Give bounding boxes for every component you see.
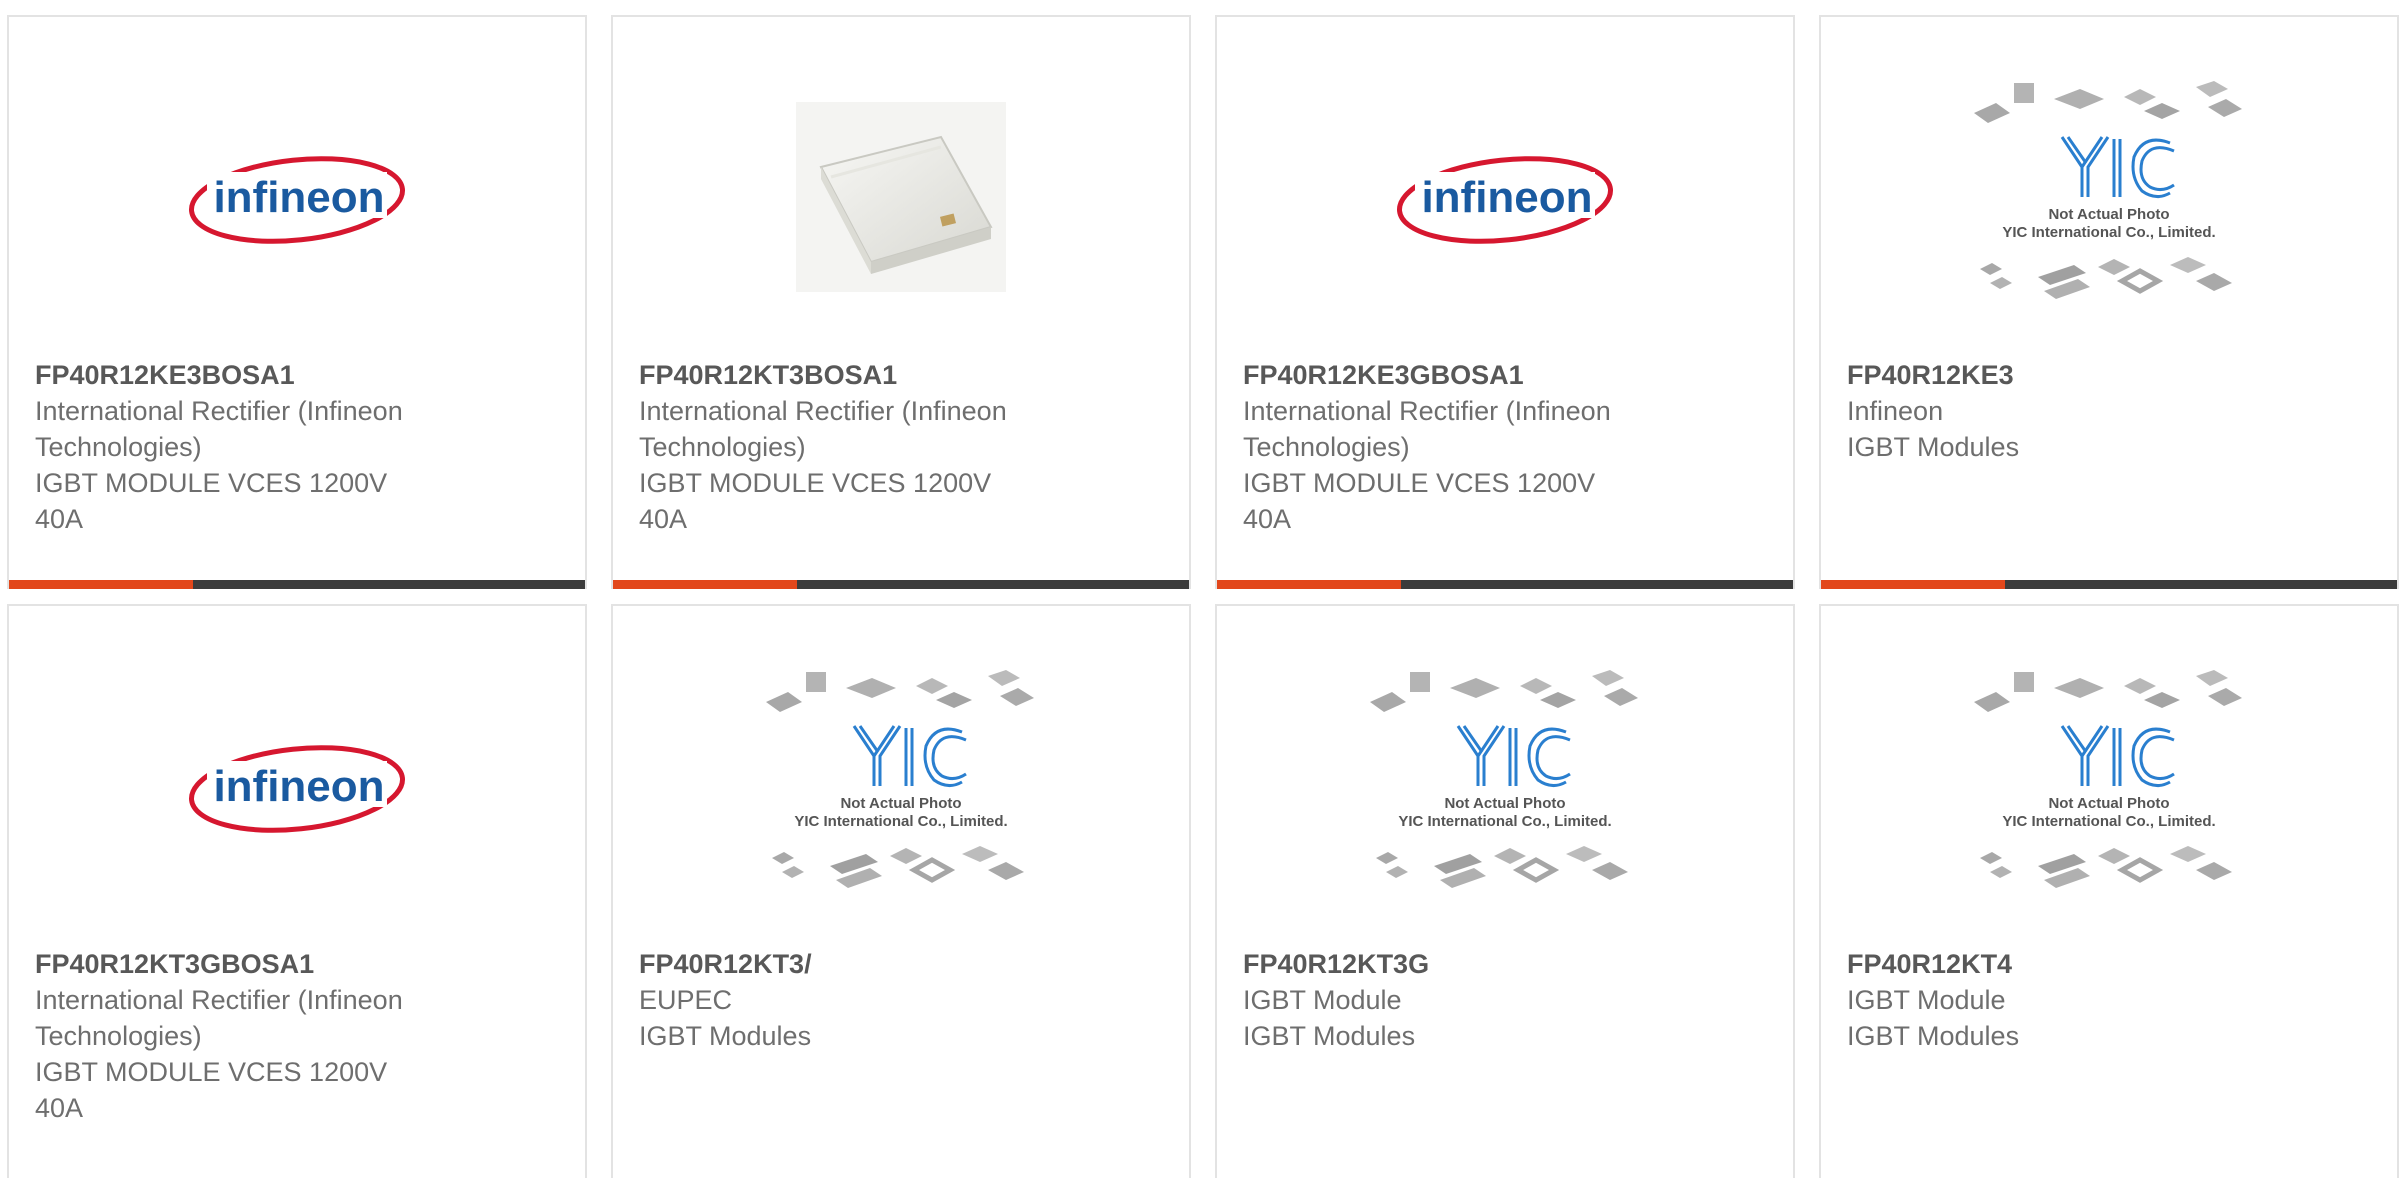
product-image[interactable]: Not Actual Photo YIC International Co., … xyxy=(751,670,1051,896)
card-progress-fill xyxy=(1217,580,1402,589)
product-image[interactable]: Not Actual Photo YIC International Co., … xyxy=(1355,670,1655,896)
product-info: FP40R12KT3/EUPEC IGBT Modules xyxy=(639,946,1109,1054)
infineon-logo-icon: infineon xyxy=(188,745,406,833)
product-grid: infineon FP40R12KE3BOSA1 International Re… xyxy=(0,0,2400,1178)
not-actual-photo-icon: Not Actual Photo YIC International Co., … xyxy=(766,670,1034,888)
product-description-line: 40A xyxy=(35,504,84,534)
not-actual-photo-icon: Not Actual Photo YIC International Co., … xyxy=(1370,670,1638,888)
product-description-line: Technologies) xyxy=(35,432,202,462)
product-description-line: IGBT Module xyxy=(1243,985,1402,1015)
product-description-line: IGBT Modules xyxy=(1847,1021,2020,1051)
igbt-module-photo-icon xyxy=(796,102,1006,292)
card-progress-bar xyxy=(1217,580,1793,589)
product-description-line: 40A xyxy=(639,504,688,534)
part-number-link[interactable]: FP40R12KT3GBOSA1 xyxy=(35,946,505,982)
card-progress-bar xyxy=(9,580,585,589)
product-description-line: 40A xyxy=(35,1093,84,1123)
product-info: FP40R12KT3G IGBT Module IGBT Modules xyxy=(1243,946,1713,1054)
product-description-line: IGBT Module xyxy=(1847,985,2006,1015)
watermark-line2: YIC International Co., Limited. xyxy=(1398,813,1611,830)
product-info: FP40R12KT3BOSA1 International Rectifier (… xyxy=(639,357,1109,537)
infineon-logo-icon: infineon xyxy=(188,156,406,244)
not-actual-photo-icon: Not Actual Photo YIC International Co., … xyxy=(1974,81,2242,299)
not-actual-photo-icon: Not Actual Photo YIC International Co., … xyxy=(1974,670,2242,888)
product-image[interactable]: Not Actual Photo YIC International Co., … xyxy=(1959,81,2259,307)
part-number-link[interactable]: FP40R12KE3 xyxy=(1847,357,2317,393)
product-card[interactable]: infineon FP40R12KE3BOSA1 International Re… xyxy=(7,15,587,589)
watermark-line1: Not Actual Photo xyxy=(2048,795,2169,812)
product-info: FP40R12KE3GBOSA1 International Rectifier … xyxy=(1243,357,1713,537)
card-progress-bar xyxy=(613,580,1189,589)
product-card[interactable]: infineon FP40R12KT3GBOSA1 International R… xyxy=(7,604,587,1178)
product-description-line: IGBT Modules xyxy=(1243,1021,1416,1051)
card-progress-fill xyxy=(613,580,798,589)
product-description-line: EUPEC xyxy=(639,985,733,1015)
product-info: FP40R12KT3GBOSA1 International Rectifier … xyxy=(35,946,505,1126)
card-progress-bar xyxy=(1821,580,2397,589)
watermark-line1: Not Actual Photo xyxy=(840,795,961,812)
watermark-line1: Not Actual Photo xyxy=(2048,206,2169,223)
product-description-line: International Rectifier (Infineon xyxy=(35,985,403,1015)
product-description-line: IGBT MODULE VCES 1200V xyxy=(1243,468,1596,498)
product-image[interactable]: infineon xyxy=(1355,87,1655,307)
product-image[interactable] xyxy=(751,87,1051,307)
product-info: FP40R12KE3BOSA1 International Rectifier (… xyxy=(35,357,505,537)
product-image[interactable]: infineon xyxy=(147,87,447,307)
product-description-line: IGBT Modules xyxy=(639,1021,812,1051)
product-description-line: International Rectifier (Infineon xyxy=(35,396,403,426)
infineon-logo-icon: infineon xyxy=(1396,156,1614,244)
product-image[interactable]: Not Actual Photo YIC International Co., … xyxy=(1959,670,2259,896)
watermark-line2: YIC International Co., Limited. xyxy=(2002,224,2215,241)
product-description-line: IGBT MODULE VCES 1200V xyxy=(35,1057,388,1087)
product-description-line: Technologies) xyxy=(1243,432,1410,462)
product-info: FP40R12KE3 Infineon IGBT Modules xyxy=(1847,357,2317,465)
product-description-line: IGBT Modules xyxy=(1847,432,2020,462)
part-number-link[interactable]: FP40R12KT3BOSA1 xyxy=(639,357,1109,393)
part-number-link[interactable]: FP40R12KT3/ xyxy=(639,946,1109,982)
part-number-link[interactable]: FP40R12KT3G xyxy=(1243,946,1713,982)
product-description-line: IGBT MODULE VCES 1200V xyxy=(35,468,388,498)
infineon-logo-text: infineon xyxy=(213,762,384,811)
product-description-line: Technologies) xyxy=(35,1021,202,1051)
product-description-line: 40A xyxy=(1243,504,1292,534)
product-card[interactable]: infineon FP40R12KE3GBOSA1 International R… xyxy=(1215,15,1795,589)
infineon-logo-text: infineon xyxy=(1421,173,1592,222)
watermark-line2: YIC International Co., Limited. xyxy=(2002,813,2215,830)
product-description-line: Technologies) xyxy=(639,432,806,462)
product-description-line: International Rectifier (Infineon xyxy=(1243,396,1611,426)
watermark-line1: Not Actual Photo xyxy=(1444,795,1565,812)
product-description-line: Infineon xyxy=(1847,396,1944,426)
product-card[interactable]: Not Actual Photo YIC International Co., … xyxy=(611,604,1191,1178)
product-card[interactable]: Not Actual Photo YIC International Co., … xyxy=(1819,15,2399,589)
product-image[interactable]: infineon xyxy=(147,676,447,896)
part-number-link[interactable]: FP40R12KT4 xyxy=(1847,946,2317,982)
product-info: FP40R12KT4 IGBT Module IGBT Modules xyxy=(1847,946,2317,1054)
part-number-link[interactable]: FP40R12KE3GBOSA1 xyxy=(1243,357,1713,393)
product-card[interactable]: Not Actual Photo YIC International Co., … xyxy=(1819,604,2399,1178)
watermark-line2: YIC International Co., Limited. xyxy=(794,813,1007,830)
product-description-line: IGBT MODULE VCES 1200V xyxy=(639,468,992,498)
infineon-logo-text: infineon xyxy=(213,173,384,222)
part-number-link[interactable]: FP40R12KE3BOSA1 xyxy=(35,357,505,393)
product-card[interactable]: Not Actual Photo YIC International Co., … xyxy=(1215,604,1795,1178)
product-card[interactable]: FP40R12KT3BOSA1 International Rectifier (… xyxy=(611,15,1191,589)
product-description-line: International Rectifier (Infineon xyxy=(639,396,1007,426)
card-progress-fill xyxy=(1821,580,2006,589)
card-progress-fill xyxy=(9,580,194,589)
